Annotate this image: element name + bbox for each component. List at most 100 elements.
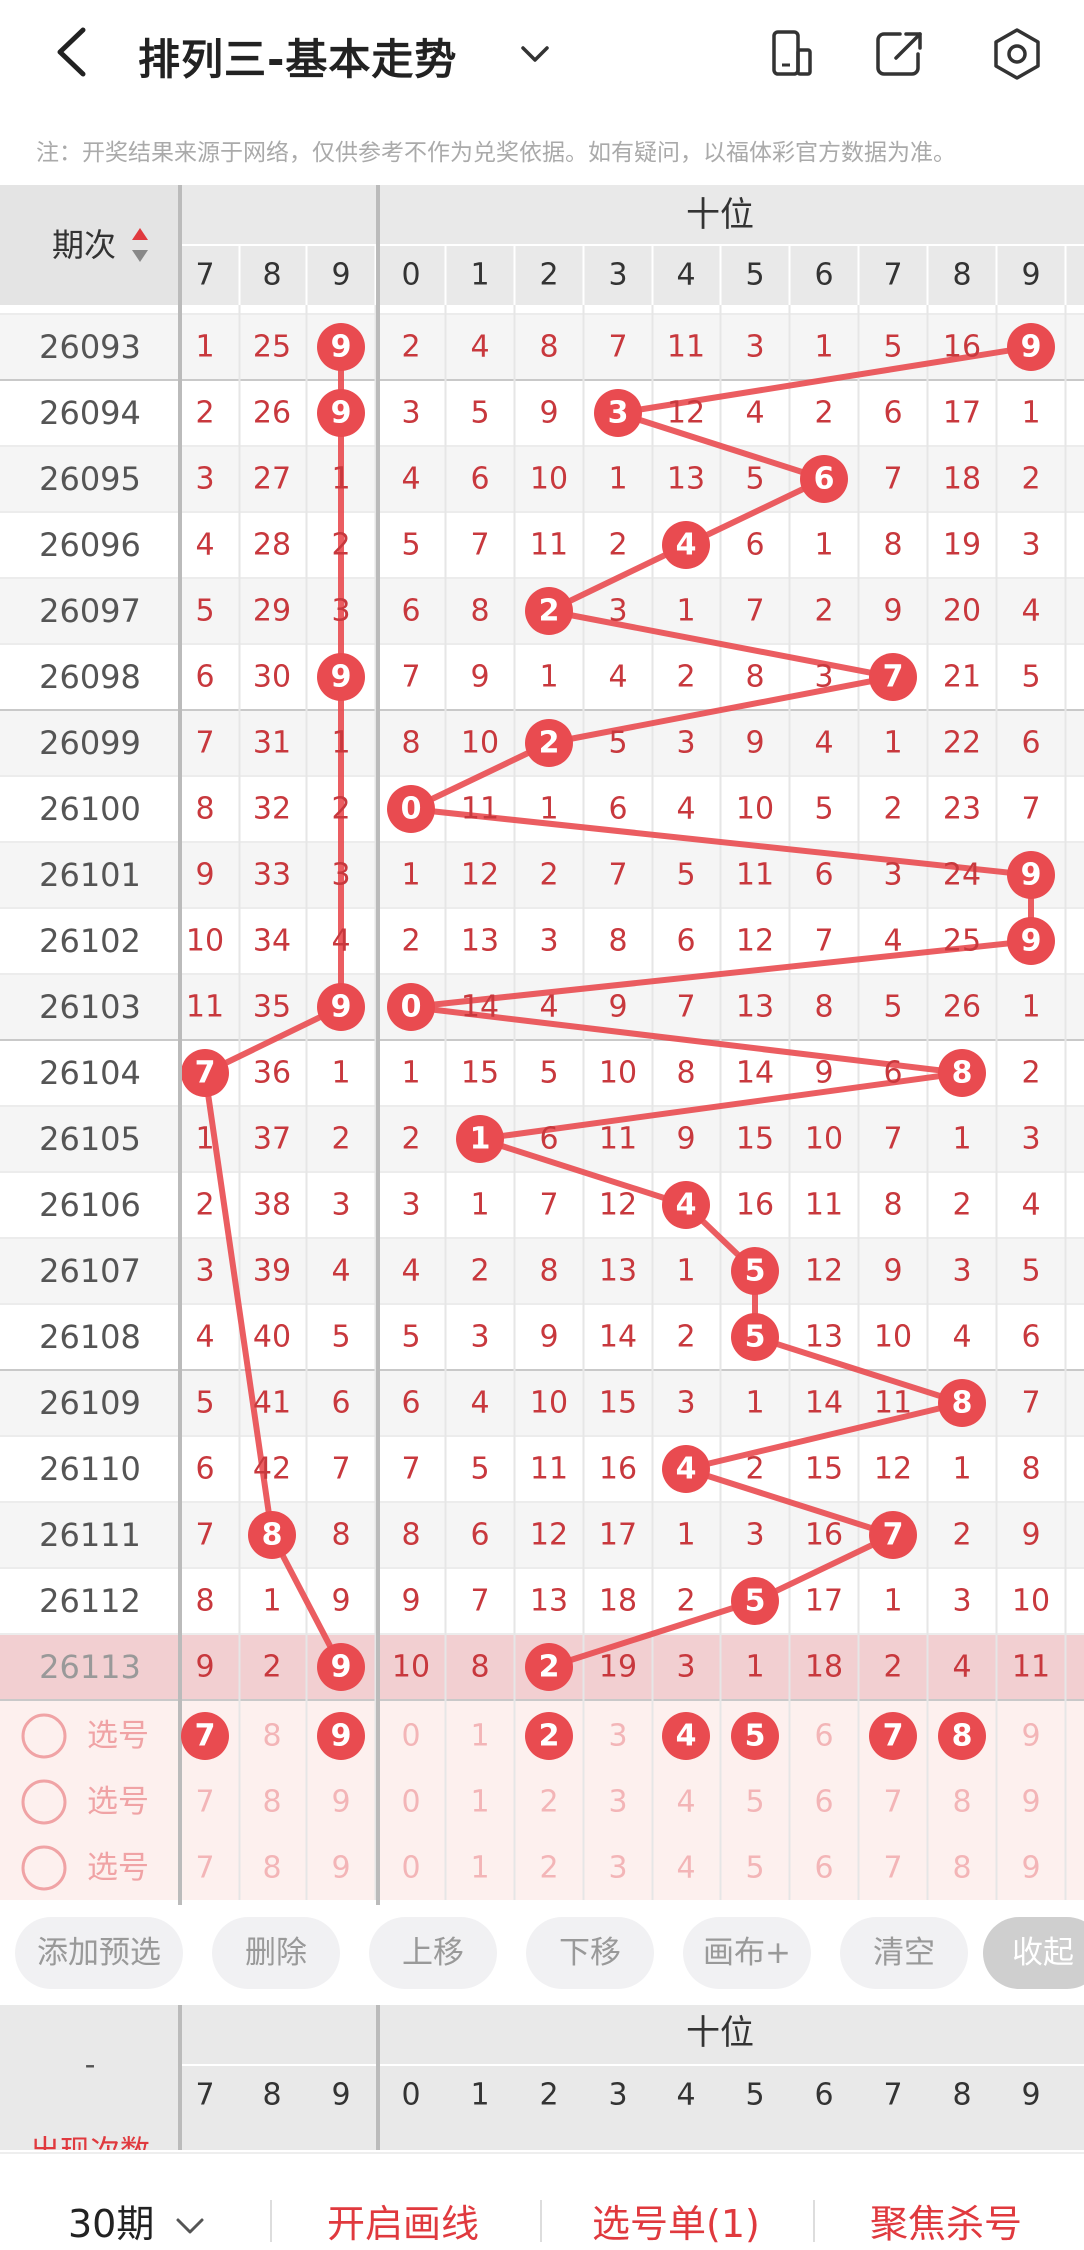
omission-cell: 1 (952, 1452, 971, 1487)
selector-number[interactable]: 3 (608, 1851, 627, 1886)
selector-number[interactable]: 7 (195, 1719, 216, 1754)
selector-number[interactable]: 9 (1021, 1785, 1040, 1820)
omission-cell: 5 (608, 726, 627, 761)
omission-cell: 4 (470, 330, 489, 365)
selector-number[interactable]: 0 (401, 1851, 420, 1886)
omission-cell: 8 (195, 792, 214, 827)
omission-cell: 12 (530, 1518, 568, 1553)
selector-number[interactable]: 5 (745, 1851, 764, 1886)
selector-number[interactable]: 5 (745, 1785, 764, 1820)
selector-number[interactable]: 7 (883, 1719, 904, 1754)
selector-number[interactable]: 8 (952, 1719, 973, 1754)
move-down-button[interactable]: 下移 (526, 1917, 654, 1989)
selector-number[interactable]: 4 (676, 1785, 695, 1820)
chevron-down-icon[interactable] (515, 34, 555, 74)
omission-cell: 14 (805, 1386, 843, 1421)
selector-number[interactable]: 9 (1021, 1851, 1040, 1886)
omission-cell: 18 (805, 1650, 843, 1685)
selector-number[interactable]: 1 (470, 1851, 489, 1886)
omission-cell: 8 (470, 594, 489, 629)
selector-number[interactable]: 4 (676, 1851, 695, 1886)
selector-number[interactable]: 1 (470, 1719, 489, 1754)
omission-cell: 14 (461, 990, 499, 1025)
omission-cell: 6 (814, 462, 835, 497)
selector-number[interactable]: 6 (814, 1851, 833, 1886)
selector-number[interactable]: 5 (745, 1719, 766, 1754)
share-icon[interactable] (870, 24, 930, 84)
omission-cell: 1 (331, 726, 350, 761)
selector-number[interactable]: 8 (952, 1785, 971, 1820)
selector-number[interactable]: 6 (814, 1785, 833, 1820)
stats-table: - 十位 7 8 9 0 1 2 3 4 5 6 7 8 9 出现次数 (0, 2005, 1084, 2150)
selector-label: 选号 (87, 1718, 149, 1754)
selector-number[interactable]: 7 (883, 1851, 902, 1886)
column-header: 9 (331, 258, 350, 293)
omission-cell: 9 (883, 594, 902, 629)
selector-number[interactable]: 0 (401, 1785, 420, 1820)
omission-cell: 3 (952, 1584, 971, 1619)
omission-cell: 13 (599, 1254, 637, 1289)
omission-cell: 7 (883, 660, 904, 695)
selector-number[interactable]: 4 (676, 1719, 697, 1754)
omission-cell: 9 (331, 660, 352, 695)
omission-cell: 25 (253, 330, 291, 365)
selector-number[interactable]: 7 (883, 1785, 902, 1820)
selector-number[interactable]: 9 (331, 1719, 352, 1754)
selector-number[interactable]: 8 (952, 1851, 971, 1886)
omission-cell: 17 (599, 1518, 637, 1553)
settings-icon[interactable] (987, 24, 1047, 84)
omission-cell: 4 (608, 660, 627, 695)
selection-list-button[interactable]: 选号单(1) (592, 2193, 760, 2248)
selector-number[interactable]: 6 (814, 1719, 833, 1754)
draw-lines-button[interactable]: 开启画线 (327, 2193, 479, 2248)
focus-kill-button[interactable]: 聚焦杀号 (870, 2193, 1022, 2248)
omission-cell: 11 (805, 1188, 843, 1223)
column-header: 4 (676, 2078, 695, 2113)
omission-cell: 7 (470, 1584, 489, 1619)
back-icon[interactable] (48, 22, 98, 82)
selector-number[interactable]: 1 (470, 1785, 489, 1820)
omission-cell: 18 (943, 462, 981, 497)
period-header[interactable]: 期次 (52, 226, 116, 264)
collapse-button[interactable]: 收起 (983, 1917, 1084, 1989)
omission-cell: 2 (195, 396, 214, 431)
selector-number[interactable]: 8 (262, 1851, 281, 1886)
omission-cell: 7 (1021, 1386, 1040, 1421)
column-header: 8 (262, 2078, 281, 2113)
selector-number[interactable]: 7 (195, 1785, 214, 1820)
selector-number[interactable]: 2 (539, 1851, 558, 1886)
omission-cell: 5 (470, 1452, 489, 1487)
omission-cell: 11 (186, 990, 224, 1025)
omission-cell: 4 (331, 924, 350, 959)
page-title[interactable]: 排列三-基本走势 (138, 26, 457, 87)
selector-number[interactable]: 8 (262, 1785, 281, 1820)
selector-number[interactable]: 7 (195, 1851, 214, 1886)
omission-cell: 2 (883, 1650, 902, 1685)
omission-cell: 32 (253, 792, 291, 827)
layout-toggle-icon[interactable] (760, 24, 820, 84)
move-up-button[interactable]: 上移 (369, 1917, 497, 1989)
period-selector[interactable]: 30期 (68, 2193, 208, 2248)
canvas-plus-button[interactable]: 画布+ (683, 1917, 811, 1989)
selector-number[interactable]: 9 (331, 1785, 350, 1820)
selector-number[interactable]: 2 (539, 1719, 560, 1754)
omission-cell: 31 (253, 726, 291, 761)
omission-cell: 3 (676, 1386, 695, 1421)
selector-number[interactable]: 2 (539, 1785, 558, 1820)
add-preselect-button[interactable]: 添加预选 (15, 1917, 183, 1989)
column-header: 7 (195, 258, 214, 293)
selector-number[interactable]: 9 (1021, 1719, 1040, 1754)
omission-cell: 7 (195, 1056, 216, 1091)
clear-button[interactable]: 清空 (840, 1917, 968, 1989)
selector-number[interactable]: 8 (262, 1719, 281, 1754)
omission-cell: 23 (943, 792, 981, 827)
omission-cell: 5 (676, 858, 695, 893)
selector-number[interactable]: 3 (608, 1719, 627, 1754)
omission-cell: 5 (1021, 1254, 1040, 1289)
omission-cell: 9 (331, 396, 352, 431)
selector-number[interactable]: 9 (331, 1851, 350, 1886)
selector-number[interactable]: 0 (401, 1719, 420, 1754)
delete-button[interactable]: 删除 (212, 1917, 340, 1989)
selector-number[interactable]: 3 (608, 1785, 627, 1820)
omission-cell: 10 (461, 726, 499, 761)
